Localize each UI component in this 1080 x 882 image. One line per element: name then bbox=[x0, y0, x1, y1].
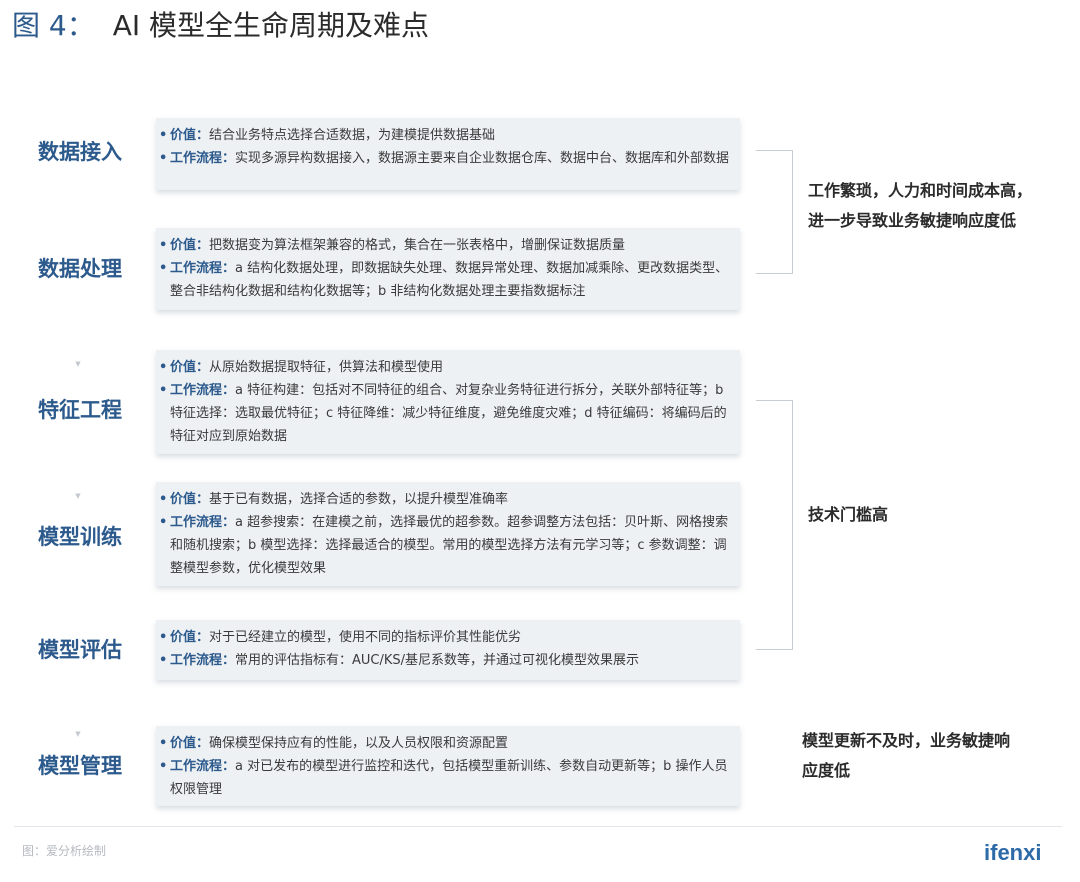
stage-box-data-ingestion: • 价值：结合业务特点选择合适数据，为建模提供数据基础 • 工作流程：实现多源异构数… bbox=[156, 118, 740, 190]
value-line: • 价值：基于已有数据，选择合适的参数，以提升模型准确率 bbox=[156, 488, 730, 511]
stage-box-model-management: • 价值：确保模型保持应有的性能，以及人员权限和资源配置 • 工作流程：a 对已发布… bbox=[156, 726, 740, 806]
bullet-icon: • bbox=[159, 383, 168, 398]
bullet-icon: • bbox=[159, 238, 168, 253]
bullet-icon: • bbox=[159, 515, 168, 530]
bullet-icon: • bbox=[159, 128, 168, 143]
bullet-icon: • bbox=[159, 653, 168, 668]
stage-box-model-evaluation: • 价值：对于已经建立的模型，使用不同的指标评价其性能优劣 • 工作流程：常用的评估… bbox=[156, 620, 740, 680]
value-line: • 价值：从原始数据提取特征，供算法和模型使用 bbox=[156, 356, 730, 379]
workflow-line: • 工作流程：a 结构化数据处理，即数据缺失处理、数据异常处理、数据加减乘除、更改… bbox=[156, 257, 730, 303]
stage-label-feature-engineering: 特征工程 bbox=[38, 398, 122, 422]
stage-box-feature-engineering: • 价值：从原始数据提取特征，供算法和模型使用 • 工作流程：a 特征构建：包括对不… bbox=[156, 350, 740, 454]
workflow-line: • 工作流程：a 超参搜索：在建模之前，选择最优的超参数。超参调整方法包括：贝叶斯… bbox=[156, 511, 730, 580]
stage-label-model-training: 模型训练 bbox=[38, 525, 122, 549]
stage-label-model-evaluation: 模型评估 bbox=[38, 638, 122, 662]
footer-divider bbox=[14, 826, 1062, 827]
workflow-line: • 工作流程：a 特征构建：包括对不同特征的组合、对复杂业务特征进行拆分，关联外部… bbox=[156, 379, 730, 448]
brand-logo: ifenxi bbox=[984, 840, 1042, 865]
difficulty-note-model: 技术门槛高 bbox=[808, 505, 889, 524]
value-line: • 价值：结合业务特点选择合适数据，为建模提供数据基础 bbox=[156, 124, 730, 147]
bullet-icon: • bbox=[159, 759, 168, 774]
workflow-line: • 工作流程：实现多源异构数据接入，数据源主要来自企业数据仓库、数据中台、数据库和… bbox=[156, 147, 730, 170]
difficulty-note-management: 模型更新不及时，业务敏捷响 应度低 bbox=[802, 731, 1011, 780]
figure-title-text: AI 模型全生命周期及难点 bbox=[112, 9, 430, 42]
bullet-icon: • bbox=[159, 492, 168, 507]
workflow-line: • 工作流程：常用的评估指标有：AUC/KS/基尼系数等，并通过可视化模型效果展示 bbox=[156, 649, 730, 672]
stage-box-model-training: • 价值：基于已有数据，选择合适的参数，以提升模型准确率 • 工作流程：a 超参搜索… bbox=[156, 482, 740, 586]
bullet-icon: • bbox=[159, 261, 168, 276]
stage-label-model-management: 模型管理 bbox=[38, 754, 122, 778]
difficulty-note-data: 工作繁琐，人力和时间成本高， 进一步导致业务敏捷响应度低 bbox=[808, 181, 1033, 230]
stage-label-data-processing: 数据处理 bbox=[38, 257, 122, 281]
stage-box-data-processing: • 价值：把数据变为算法框架兼容的格式，集合在一张表格中，增删保证数据质量 • 工作… bbox=[156, 228, 740, 310]
bracket-model-stages bbox=[756, 400, 793, 650]
figure-title: 图 4： AI 模型全生命周期及难点 bbox=[12, 6, 429, 46]
bullet-icon: • bbox=[159, 151, 168, 166]
down-arrow-icon: ▼ bbox=[75, 730, 81, 738]
value-line: • 价值：确保模型保持应有的性能，以及人员权限和资源配置 bbox=[156, 732, 730, 755]
workflow-line: • 工作流程：a 对已发布的模型进行监控和迭代，包括模型重新训练、参数自动更新等；… bbox=[156, 755, 730, 801]
bracket-data-stages bbox=[756, 150, 793, 274]
down-arrow-icon: ▼ bbox=[75, 360, 81, 368]
bullet-icon: • bbox=[159, 630, 168, 645]
figure-number: 图 4： bbox=[12, 9, 95, 42]
stage-label-data-ingestion: 数据接入 bbox=[38, 140, 122, 164]
value-line: • 价值：把数据变为算法框架兼容的格式，集合在一张表格中，增删保证数据质量 bbox=[156, 234, 730, 257]
bullet-icon: • bbox=[159, 736, 168, 751]
value-line: • 价值：对于已经建立的模型，使用不同的指标评价其性能优劣 bbox=[156, 626, 730, 649]
bullet-icon: • bbox=[159, 360, 168, 375]
down-arrow-icon: ▼ bbox=[75, 492, 81, 500]
source-note: 图：爱分析绘制 bbox=[22, 844, 107, 858]
